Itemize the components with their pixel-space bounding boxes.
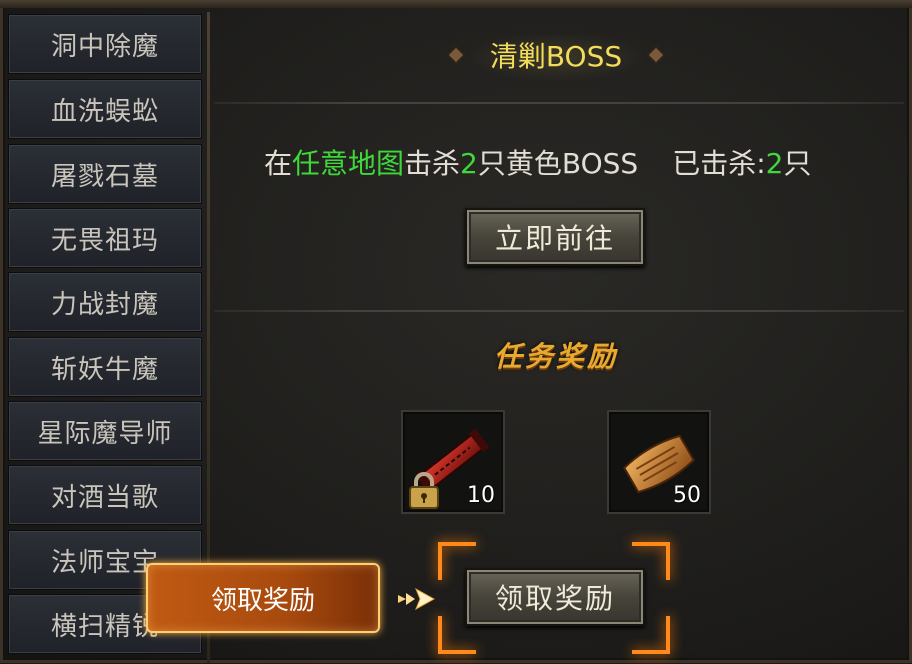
sidebar-item-7[interactable]: 星际魔导师 xyxy=(8,401,202,461)
sidebar-item-label: 血洗蜈蚣 xyxy=(50,96,159,127)
desc-location: 任意地图 xyxy=(292,147,405,180)
sidebar-item-3[interactable]: 屠戮石墓 xyxy=(8,144,202,204)
sidebar-item-8[interactable]: 对酒当歌 xyxy=(8,465,202,525)
sidebar-item-label: 横扫精锐 xyxy=(50,611,159,642)
sidebar-item-2[interactable]: 血洗蜈蚣 xyxy=(8,79,202,139)
desc-prefix: 在 xyxy=(264,147,293,180)
sidebar-item-label: 无畏祖玛 xyxy=(50,225,159,256)
goto-button[interactable]: 立即前往 xyxy=(465,208,645,266)
sidebar-item-1[interactable]: 洞中除魔 xyxy=(8,14,202,74)
divider-top xyxy=(214,102,904,104)
guide-arrow-icon xyxy=(398,587,436,611)
desc-target: 只黄色BOSS xyxy=(477,147,639,180)
tutorial-tip[interactable]: 领取奖励 xyxy=(146,563,380,633)
sidebar-item-label: 力战封魔 xyxy=(50,289,159,320)
lock-icon xyxy=(409,472,439,509)
sidebar-item-label: 屠戮石墓 xyxy=(50,161,159,192)
desc-mid: 击杀 xyxy=(404,147,461,180)
progress-value: 2 xyxy=(765,147,784,180)
sidebar-item-4[interactable]: 无畏祖玛 xyxy=(8,208,202,268)
desc-count: 2 xyxy=(460,147,478,180)
divider-middle xyxy=(214,310,904,312)
sidebar-item-label: 法师宝宝 xyxy=(50,547,159,578)
reward-count: 10 xyxy=(467,483,495,508)
sidebar-item-6[interactable]: 斩妖牛魔 xyxy=(8,337,202,397)
top-border xyxy=(0,0,912,8)
sidebar-item-label: 洞中除魔 xyxy=(50,31,159,62)
quest-description: 在任意地图击杀2只黄色BOSS 已击杀:2只 xyxy=(264,142,884,186)
claim-reward-button[interactable]: 领取奖励 xyxy=(465,568,645,626)
sidebar-item-5[interactable]: 力战封魔 xyxy=(8,272,202,332)
reward-title: 任务奖励 xyxy=(493,340,618,373)
reward-slot-1[interactable]: 10 xyxy=(401,410,505,514)
reward-count: 50 xyxy=(673,483,701,508)
quest-title: 清剿BOSS xyxy=(489,40,623,73)
progress-label: 已击杀: xyxy=(672,147,766,180)
sidebar-item-label: 星际魔导师 xyxy=(37,418,173,449)
sidebar-item-label: 斩妖牛魔 xyxy=(50,354,159,385)
sidebar-item-label: 对酒当歌 xyxy=(50,482,159,513)
progress-unit: 只 xyxy=(783,147,812,180)
reward-slot-2[interactable]: 50 xyxy=(607,410,711,514)
